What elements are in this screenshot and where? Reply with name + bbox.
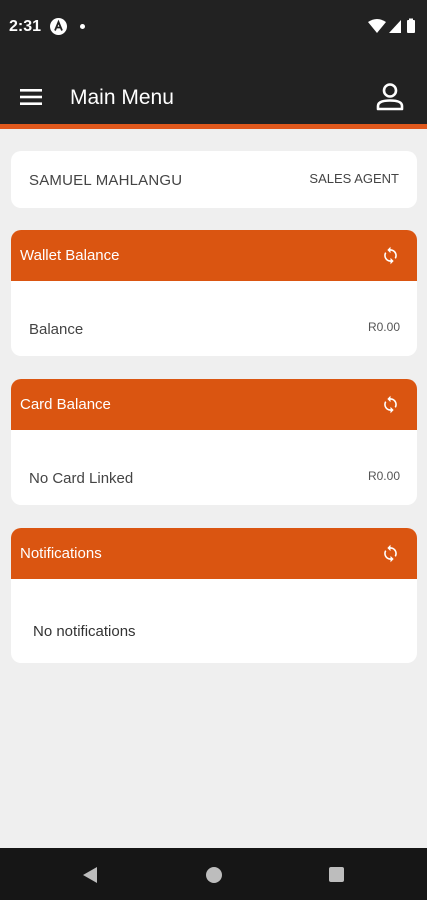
card-balance-card: Card Balance No Card Linked R0.00 xyxy=(11,379,417,505)
wallet-balance-title: Wallet Balance xyxy=(20,247,120,264)
card-balance-title: Card Balance xyxy=(20,396,111,413)
user-role: SALES AGENT xyxy=(309,171,399,186)
app-notification-icon xyxy=(50,18,67,35)
user-info-card: SAMUEL MAHLANGU SALES AGENT xyxy=(11,151,417,208)
card-balance-header: Card Balance xyxy=(11,379,417,430)
status-bar: 2:31 xyxy=(0,0,427,56)
card-balance-refresh-icon[interactable] xyxy=(381,395,400,414)
battery-icon xyxy=(407,18,415,33)
notifications-title: Notifications xyxy=(20,545,102,562)
app-bar xyxy=(0,56,427,124)
wallet-refresh-icon[interactable] xyxy=(381,246,400,265)
status-time: 2:31 xyxy=(9,18,42,35)
recents-icon[interactable] xyxy=(329,867,344,882)
notifications-header: Notifications xyxy=(11,528,417,579)
wallet-balance-amount: R0.00 xyxy=(367,320,400,334)
back-icon[interactable] xyxy=(82,866,98,889)
page-title: Main Menu xyxy=(70,86,174,109)
notifications-empty-text: No notifications xyxy=(33,623,136,640)
notifications-refresh-icon[interactable] xyxy=(381,544,400,563)
card-balance-label: No Card Linked xyxy=(29,470,134,487)
hamburger-menu-icon[interactable] xyxy=(20,88,42,106)
wallet-balance-label: Balance xyxy=(29,321,84,338)
status-dot-icon xyxy=(80,24,85,29)
wifi-icon xyxy=(368,19,386,33)
signal-icon xyxy=(389,20,401,33)
user-name: SAMUEL MAHLANGU xyxy=(29,172,183,189)
status-icons xyxy=(367,17,419,42)
app-bar-accent-line xyxy=(0,124,427,129)
home-icon[interactable] xyxy=(206,867,222,883)
card-balance-amount: R0.00 xyxy=(367,469,400,483)
notifications-card: Notifications No notifications xyxy=(11,528,417,663)
wallet-balance-card: Wallet Balance Balance R0.00 xyxy=(11,230,417,356)
wallet-balance-header: Wallet Balance xyxy=(11,230,417,281)
profile-icon[interactable] xyxy=(374,82,406,112)
